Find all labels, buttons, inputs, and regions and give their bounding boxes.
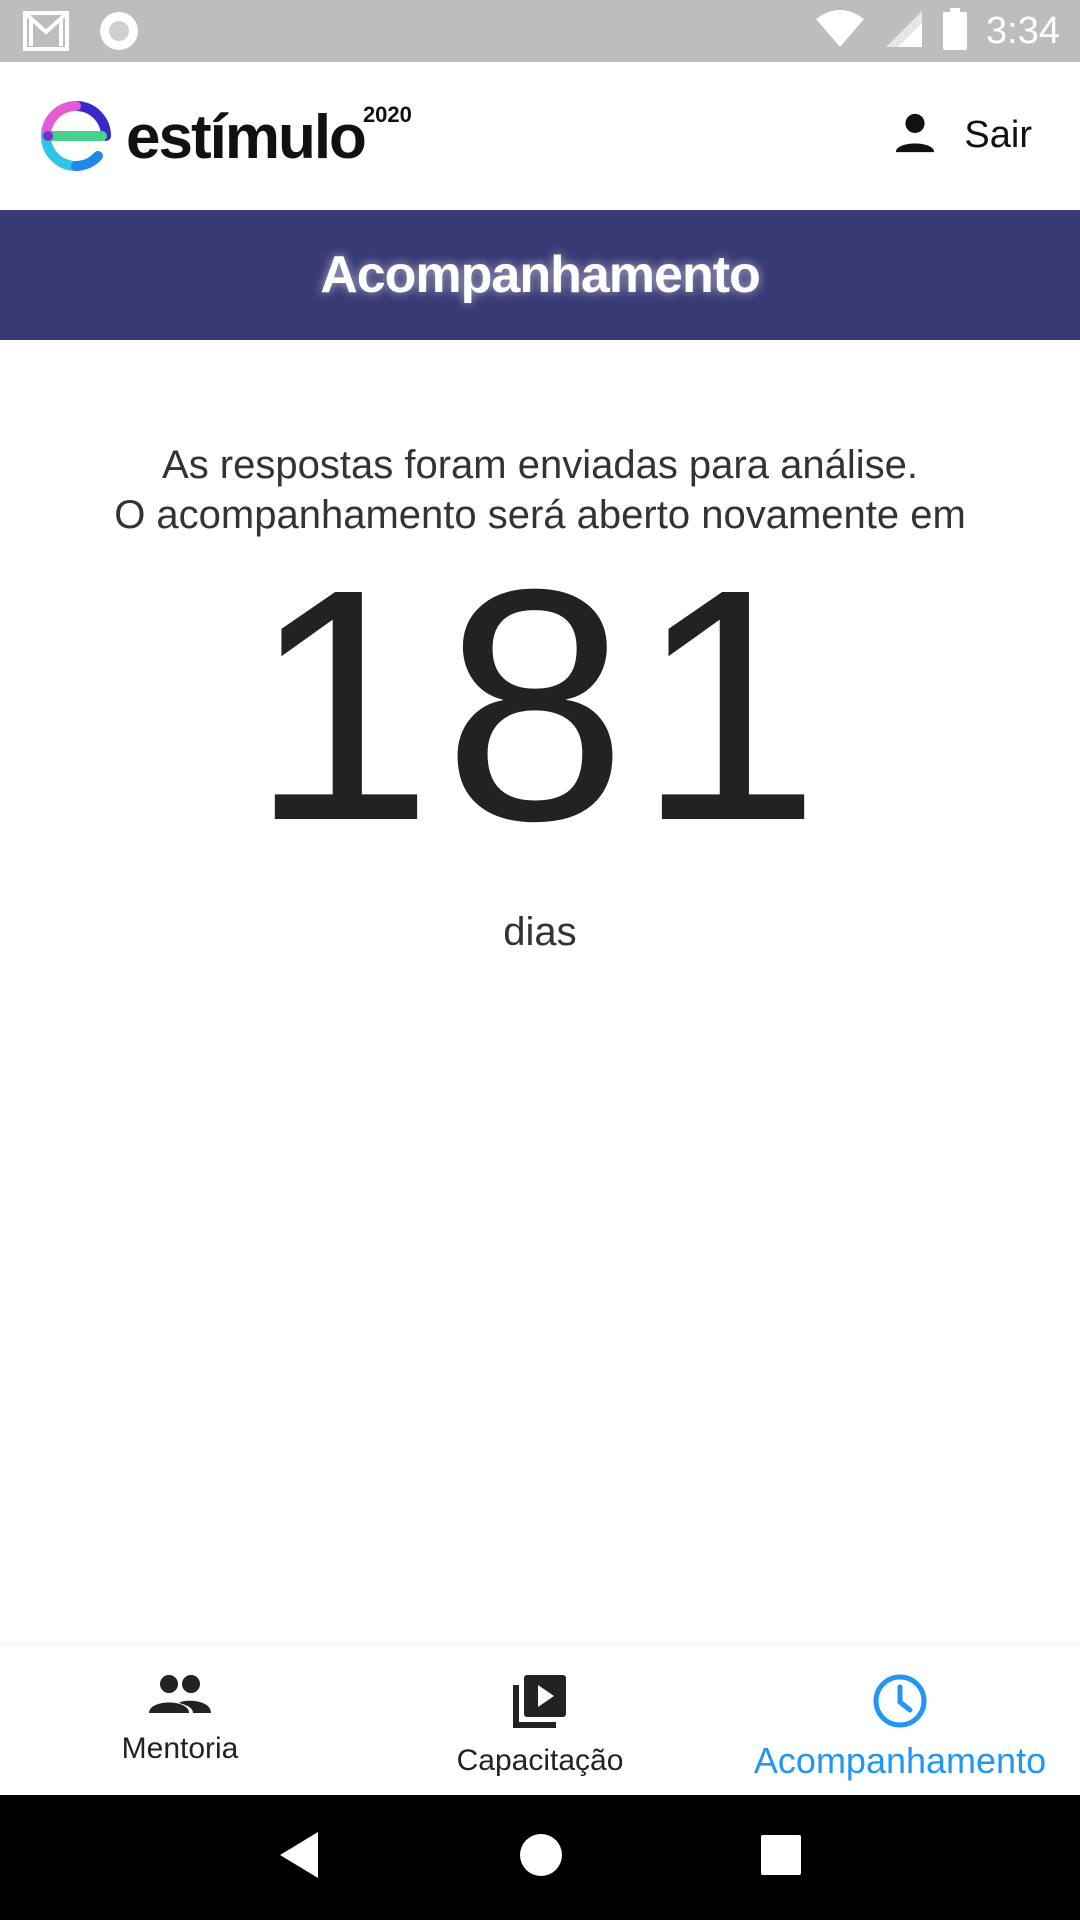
system-navigation-bar [0, 1795, 1080, 1920]
title-banner: Acompanhamento [0, 210, 1080, 340]
nav-label-capacitacao: Capacitação [456, 1744, 624, 1777]
status-left-icons [22, 10, 140, 57]
people-icon [149, 1673, 211, 1722]
days-countdown: 181 [249, 520, 831, 889]
home-icon[interactable] [519, 1833, 563, 1882]
logout-label: Sair [964, 114, 1032, 156]
app-logo: estímulo 2020 [40, 100, 412, 177]
signal-icon [884, 9, 924, 54]
video-library-icon [512, 1673, 568, 1734]
recents-icon[interactable] [760, 1834, 802, 1881]
status-right-icons: 3:34 [814, 8, 1060, 55]
status-time: 3:34 [986, 10, 1060, 52]
app-header: estímulo 2020 Sair [0, 62, 1080, 210]
days-unit-label: dias [503, 910, 577, 954]
nav-label-mentoria: Mentoria [121, 1732, 239, 1765]
bottom-navigation: Mentoria Capacitação Acompanhamento [0, 1645, 1080, 1795]
record-icon [98, 10, 140, 57]
wifi-icon [814, 9, 866, 54]
main-content: As respostas foram enviadas para análise… [0, 340, 1080, 1645]
message-line-1: As respostas foram enviadas para análise… [162, 443, 918, 487]
nav-item-mentoria[interactable]: Mentoria [0, 1645, 360, 1795]
gmail-icon [22, 10, 70, 57]
nav-item-acompanhamento[interactable]: Acompanhamento [720, 1645, 1080, 1795]
battery-icon [942, 8, 968, 55]
page-title: Acompanhamento [320, 246, 761, 304]
logout-button[interactable]: Sair [892, 110, 1032, 161]
back-icon[interactable] [278, 1830, 322, 1885]
nav-item-capacitacao[interactable]: Capacitação [360, 1645, 720, 1795]
logo-mark-icon [40, 100, 112, 177]
logo-year: 2020 [362, 102, 412, 127]
status-bar: 3:34 [0, 0, 1080, 62]
logo-text: estímulo [126, 103, 367, 172]
person-icon [892, 110, 938, 161]
clock-icon [872, 1673, 928, 1734]
nav-label-acompanhamento: Acompanhamento [753, 1740, 1047, 1781]
